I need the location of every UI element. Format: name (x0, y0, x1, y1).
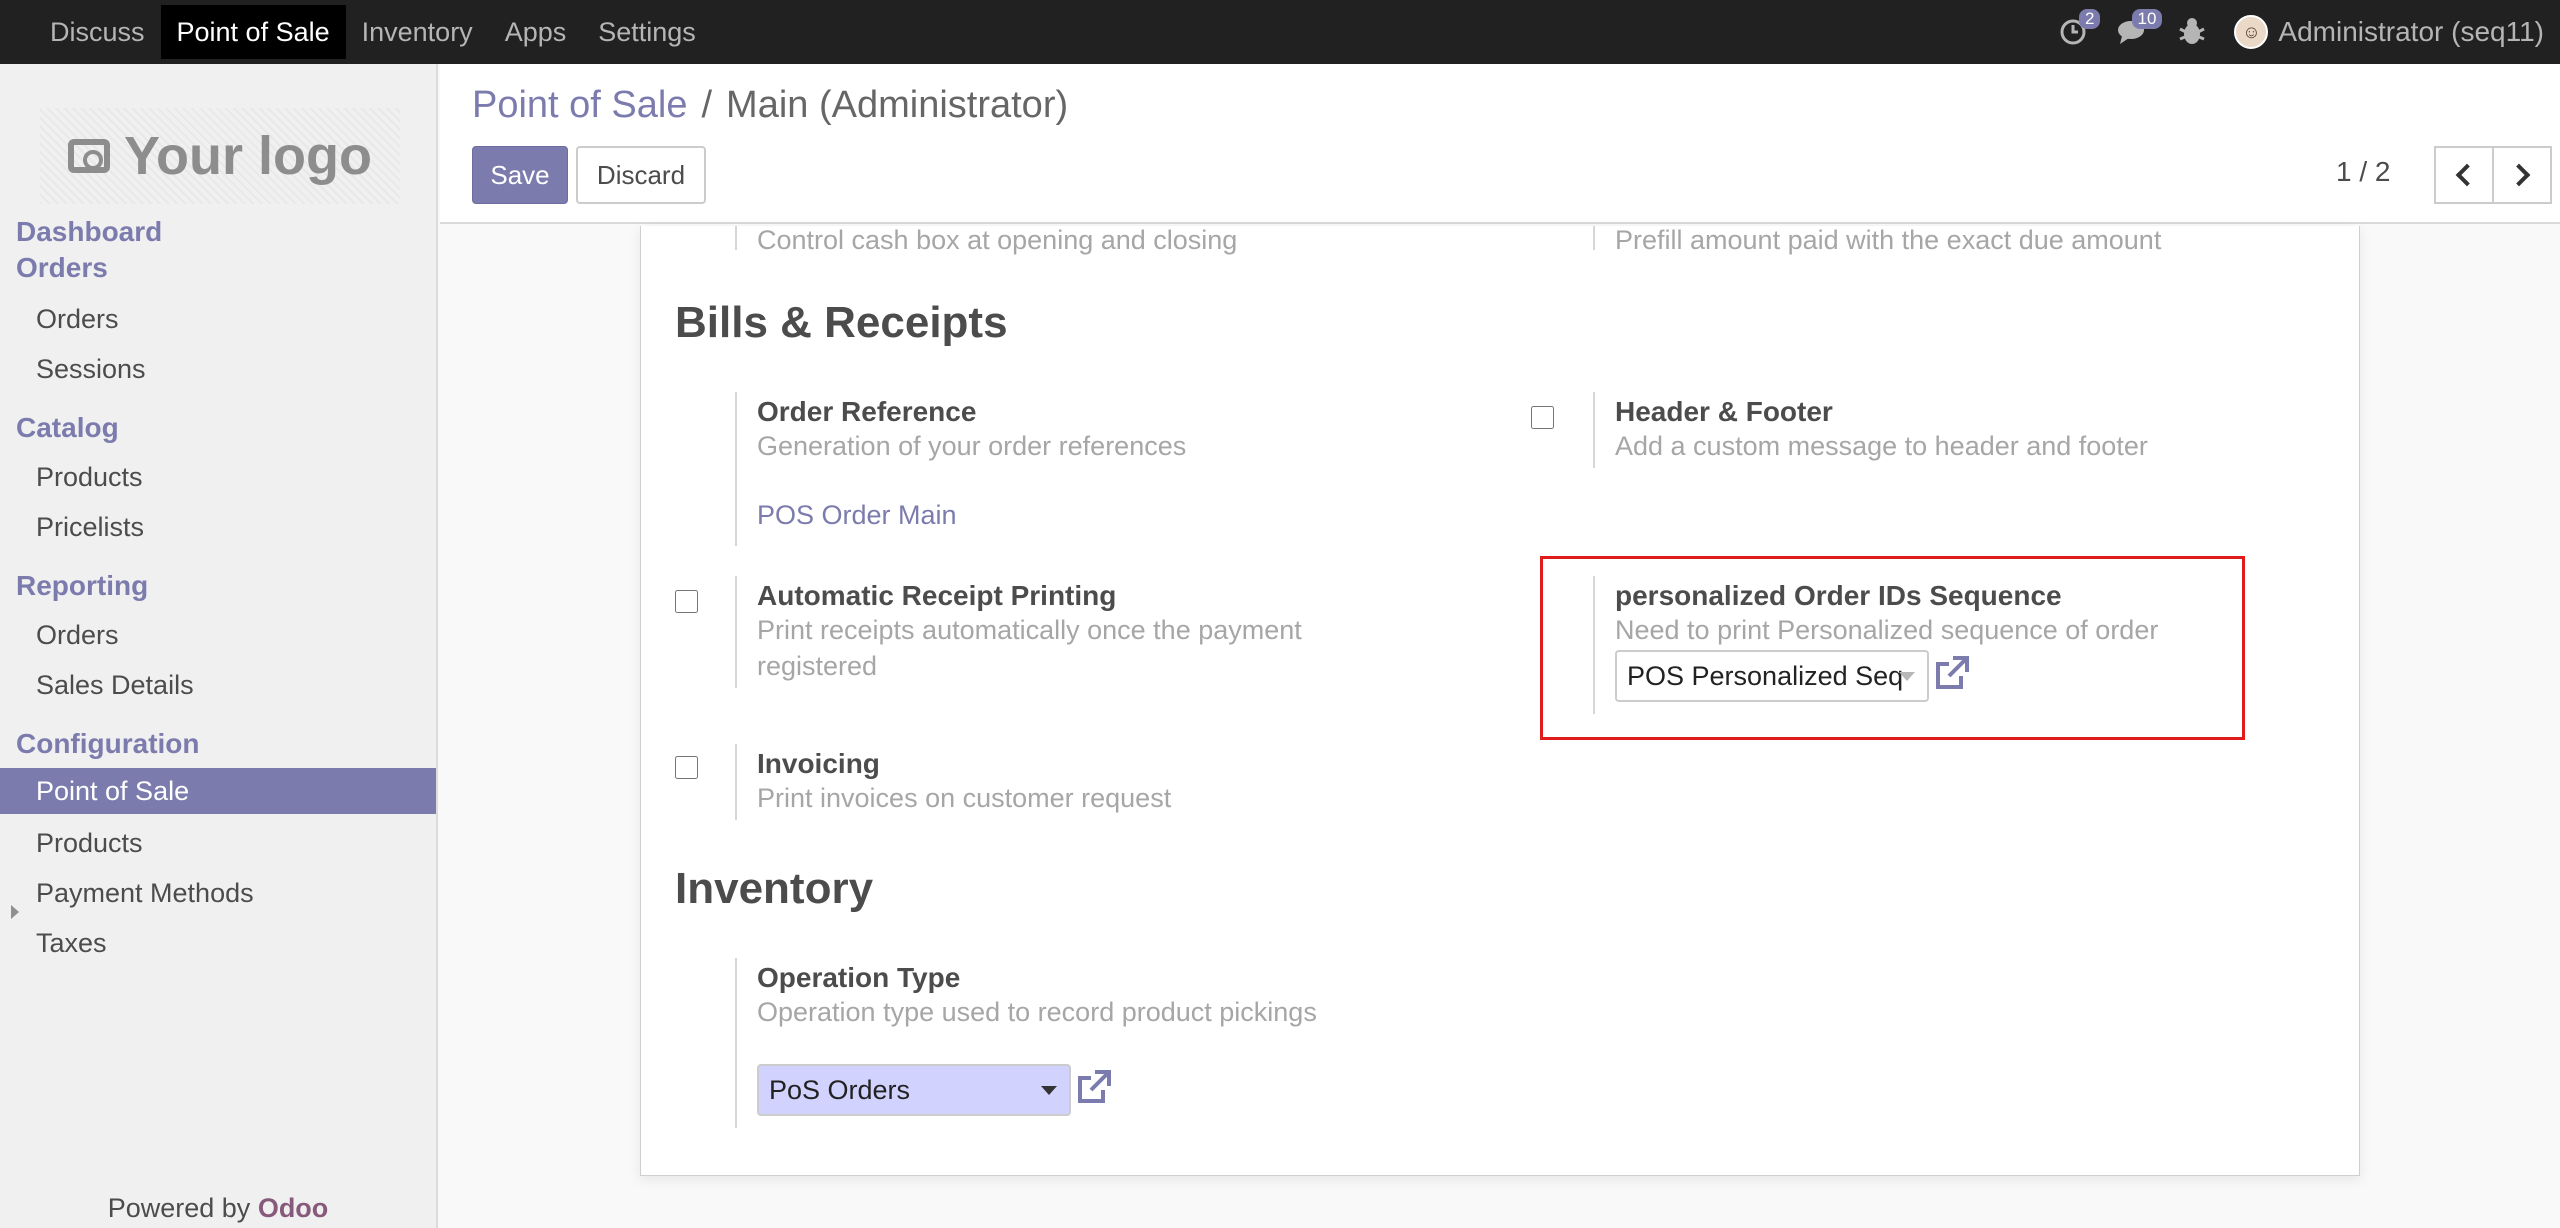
systray: 2 10 ☺ Administrator (seq11) (2058, 0, 2544, 64)
setting-divider (1593, 226, 1595, 250)
sidebar-section-configuration[interactable]: Configuration (16, 728, 200, 760)
highlight-box (1540, 556, 2245, 740)
user-name: Administrator (seq11) (2278, 16, 2544, 47)
control-panel: Point of Sale / Main (Administrator) Sav… (440, 64, 2560, 224)
header-footer-label: Header & Footer (1615, 396, 1833, 427)
bills-receipts-title: Bills & Receipts (675, 298, 1008, 347)
header-footer-checkbox[interactable] (1531, 406, 1554, 429)
pager-next-button[interactable] (2492, 146, 2552, 204)
sidebar: Your logo Dashboard Orders Orders Sessio… (0, 64, 438, 1228)
operation-type-label: Operation Type (757, 962, 961, 993)
pager-previous-button[interactable] (2434, 146, 2494, 204)
pager-value[interactable]: 1 / 2 (2336, 156, 2390, 188)
prefill-help: Prefill amount paid with the exact due a… (1615, 225, 2162, 255)
bug-icon (2179, 18, 2206, 44)
camera-icon (68, 139, 111, 173)
sidebar-item-point-of-sale[interactable]: Point of Sale (0, 768, 436, 814)
operation-type-value: PoS Orders (769, 1074, 911, 1105)
order-reference-link[interactable]: POS Order Main (757, 500, 957, 531)
chevron-down-icon (1041, 1086, 1057, 1095)
sidebar-section-orders[interactable]: Orders (16, 252, 108, 284)
sidebar-item-payment-methods[interactable]: Payment Methods (36, 878, 254, 909)
sidebar-section-reporting[interactable]: Reporting (16, 570, 148, 602)
auto-receipt-printing-help-2: registered (757, 651, 878, 681)
sidebar-section-catalog[interactable]: Catalog (16, 412, 119, 444)
save-button[interactable]: Save (472, 146, 568, 204)
order-reference-help: Generation of your order references (757, 431, 1187, 461)
breadcrumb-separator: / (701, 84, 713, 126)
top-navbar: Discuss Point of Sale Inventory Apps Set… (0, 0, 2560, 64)
menu-apps[interactable]: Apps (489, 5, 583, 59)
setting-divider (1593, 392, 1595, 468)
operation-type-select[interactable]: PoS Orders (757, 1064, 1071, 1116)
sidebar-item-sales-details[interactable]: Sales Details (36, 670, 194, 701)
powered-by-text: Powered by (107, 1193, 251, 1223)
auto-receipt-printing-help: Print receipts automatically once the pa… (757, 615, 1302, 645)
menu-settings[interactable]: Settings (582, 5, 712, 59)
chevron-left-icon (2455, 163, 2479, 187)
sidebar-item-orders[interactable]: Orders (36, 304, 119, 335)
app-menu: Discuss Point of Sale Inventory Apps Set… (0, 0, 712, 64)
discard-button[interactable]: Discard (576, 146, 706, 204)
activity-count-badge: 2 (2078, 9, 2101, 29)
cash-control-help: Control cash box at opening and closing (757, 225, 1238, 255)
debug-systray[interactable] (2178, 17, 2206, 47)
sidebar-item-taxes[interactable]: Taxes (36, 928, 107, 959)
auto-receipt-printing-label: Automatic Receipt Printing (757, 580, 1117, 611)
invoicing-checkbox[interactable] (675, 756, 698, 779)
breadcrumb: Point of Sale / Main (Administrator) (472, 84, 1068, 127)
messages-count-badge: 10 (2131, 9, 2163, 29)
sidebar-item-sessions[interactable]: Sessions (36, 354, 146, 385)
invoicing-help: Print invoices on customer request (757, 783, 1172, 813)
setting-divider (735, 226, 737, 250)
menu-point-of-sale[interactable]: Point of Sale (160, 5, 346, 59)
company-logo[interactable]: Your logo (40, 108, 400, 204)
operation-type-help: Operation type used to record product pi… (757, 997, 1317, 1027)
menu-inventory[interactable]: Inventory (346, 5, 489, 59)
external-link-icon[interactable] (1073, 1068, 1113, 1108)
avatar: ☺ (2234, 15, 2269, 49)
header-footer-help: Add a custom message to header and foote… (1615, 431, 2148, 461)
chevron-right-icon (2507, 163, 2531, 187)
sidebar-item-products[interactable]: Products (36, 462, 143, 493)
order-reference-label: Order Reference (757, 396, 977, 427)
powered-by: Powered by Odoo (0, 1193, 436, 1224)
setting-divider (735, 392, 737, 546)
setting-divider (735, 958, 737, 1128)
setting-divider (735, 576, 737, 688)
user-menu[interactable]: ☺ Administrator (seq11) (2234, 15, 2544, 49)
auto-receipt-printing-checkbox[interactable] (675, 590, 698, 613)
sidebar-item-pricelists[interactable]: Pricelists (36, 512, 144, 543)
breadcrumb-parent[interactable]: Point of Sale (472, 84, 687, 127)
menu-discuss[interactable]: Discuss (34, 5, 161, 59)
expand-caret-icon[interactable] (11, 905, 19, 919)
sidebar-section-dashboard[interactable]: Dashboard (16, 216, 162, 248)
sidebar-item-reporting-orders[interactable]: Orders (36, 620, 119, 651)
inventory-title: Inventory (675, 864, 874, 913)
sidebar-item-config-products[interactable]: Products (36, 828, 143, 859)
activity-systray[interactable]: 2 (2058, 9, 2101, 47)
messaging-systray[interactable]: 10 (2116, 9, 2163, 47)
invoicing-label: Invoicing (757, 748, 880, 779)
odoo-link[interactable]: Odoo (258, 1193, 328, 1223)
setting-divider (735, 744, 737, 820)
breadcrumb-current: Main (Administrator) (726, 84, 1069, 126)
logo-text: Your logo (124, 126, 372, 186)
